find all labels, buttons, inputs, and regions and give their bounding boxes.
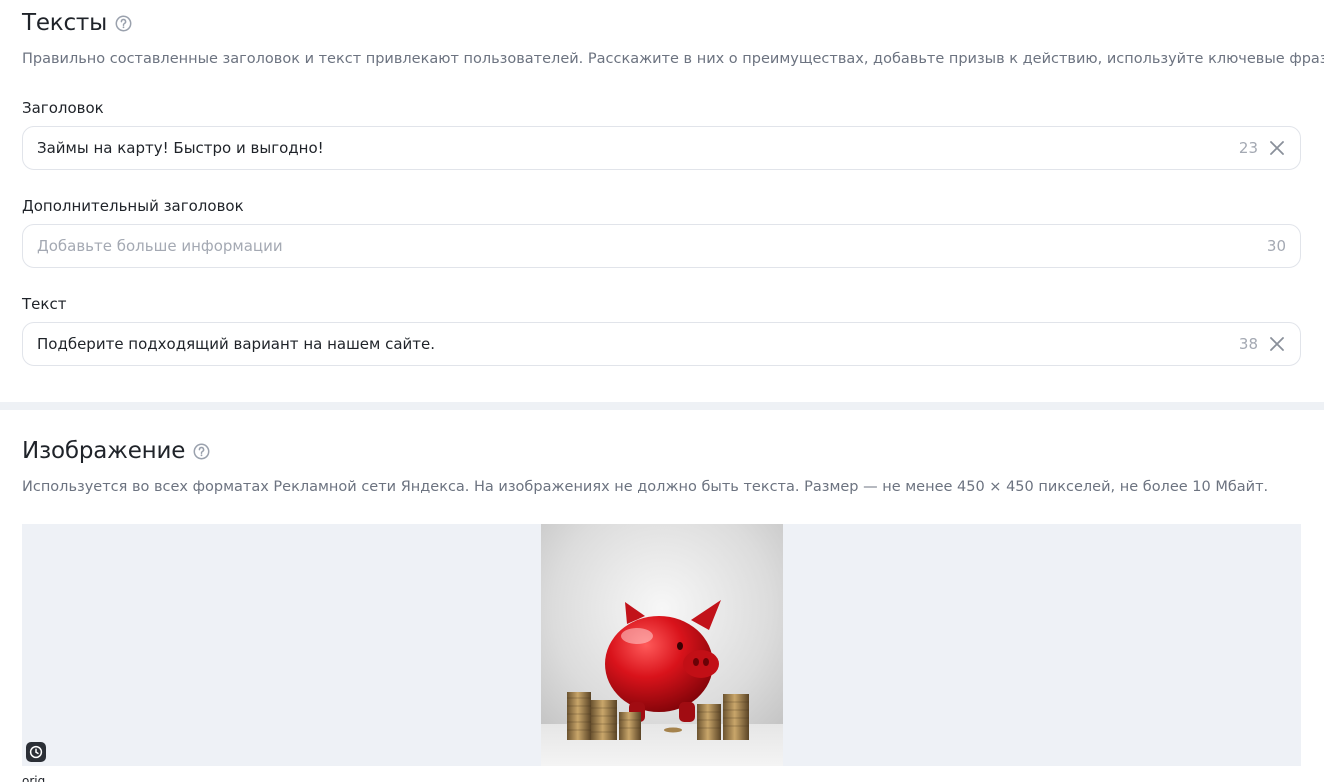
section-divider	[0, 402, 1324, 410]
texts-title: Тексты	[22, 10, 108, 36]
question-circle-icon[interactable]	[193, 443, 210, 460]
clock-icon[interactable]	[26, 742, 46, 762]
image-heading: Изображение	[22, 438, 210, 464]
text-value[interactable]: Подберите подходящий вариант на нашем са…	[37, 335, 1239, 353]
question-circle-icon[interactable]	[115, 15, 132, 32]
piggy-bank-image[interactable]	[541, 524, 783, 766]
headline-counter: 23	[1238, 139, 1258, 157]
close-icon[interactable]	[1268, 335, 1286, 353]
image-preview-area[interactable]	[22, 524, 1301, 766]
image-section: Изображение Используется во всех формата…	[0, 410, 1324, 782]
headline-field[interactable]: Займы на карту! Быстро и выгодно! 23	[22, 126, 1301, 170]
texts-description: Правильно составленные заголовок и текст…	[22, 51, 1324, 67]
extra-headline-label: Дополнительный заголовок	[22, 197, 244, 215]
close-icon[interactable]	[1268, 139, 1286, 157]
headline-label: Заголовок	[22, 99, 104, 117]
text-label: Текст	[22, 295, 67, 313]
image-description: Используется во всех форматах Рекламной …	[22, 479, 1269, 495]
texts-heading: Тексты	[22, 10, 132, 36]
image-caption: orig	[22, 774, 46, 782]
image-title: Изображение	[22, 438, 186, 464]
extra-headline-field[interactable]: Добавьте больше информации 30	[22, 224, 1301, 268]
headline-value[interactable]: Займы на карту! Быстро и выгодно!	[37, 139, 1239, 157]
extra-headline-placeholder[interactable]: Добавьте больше информации	[37, 237, 1267, 255]
texts-section: Тексты Правильно составленные заголовок …	[0, 0, 1324, 402]
extra-headline-counter: 30	[1266, 237, 1286, 255]
text-counter: 38	[1238, 335, 1258, 353]
text-field[interactable]: Подберите подходящий вариант на нашем са…	[22, 322, 1301, 366]
